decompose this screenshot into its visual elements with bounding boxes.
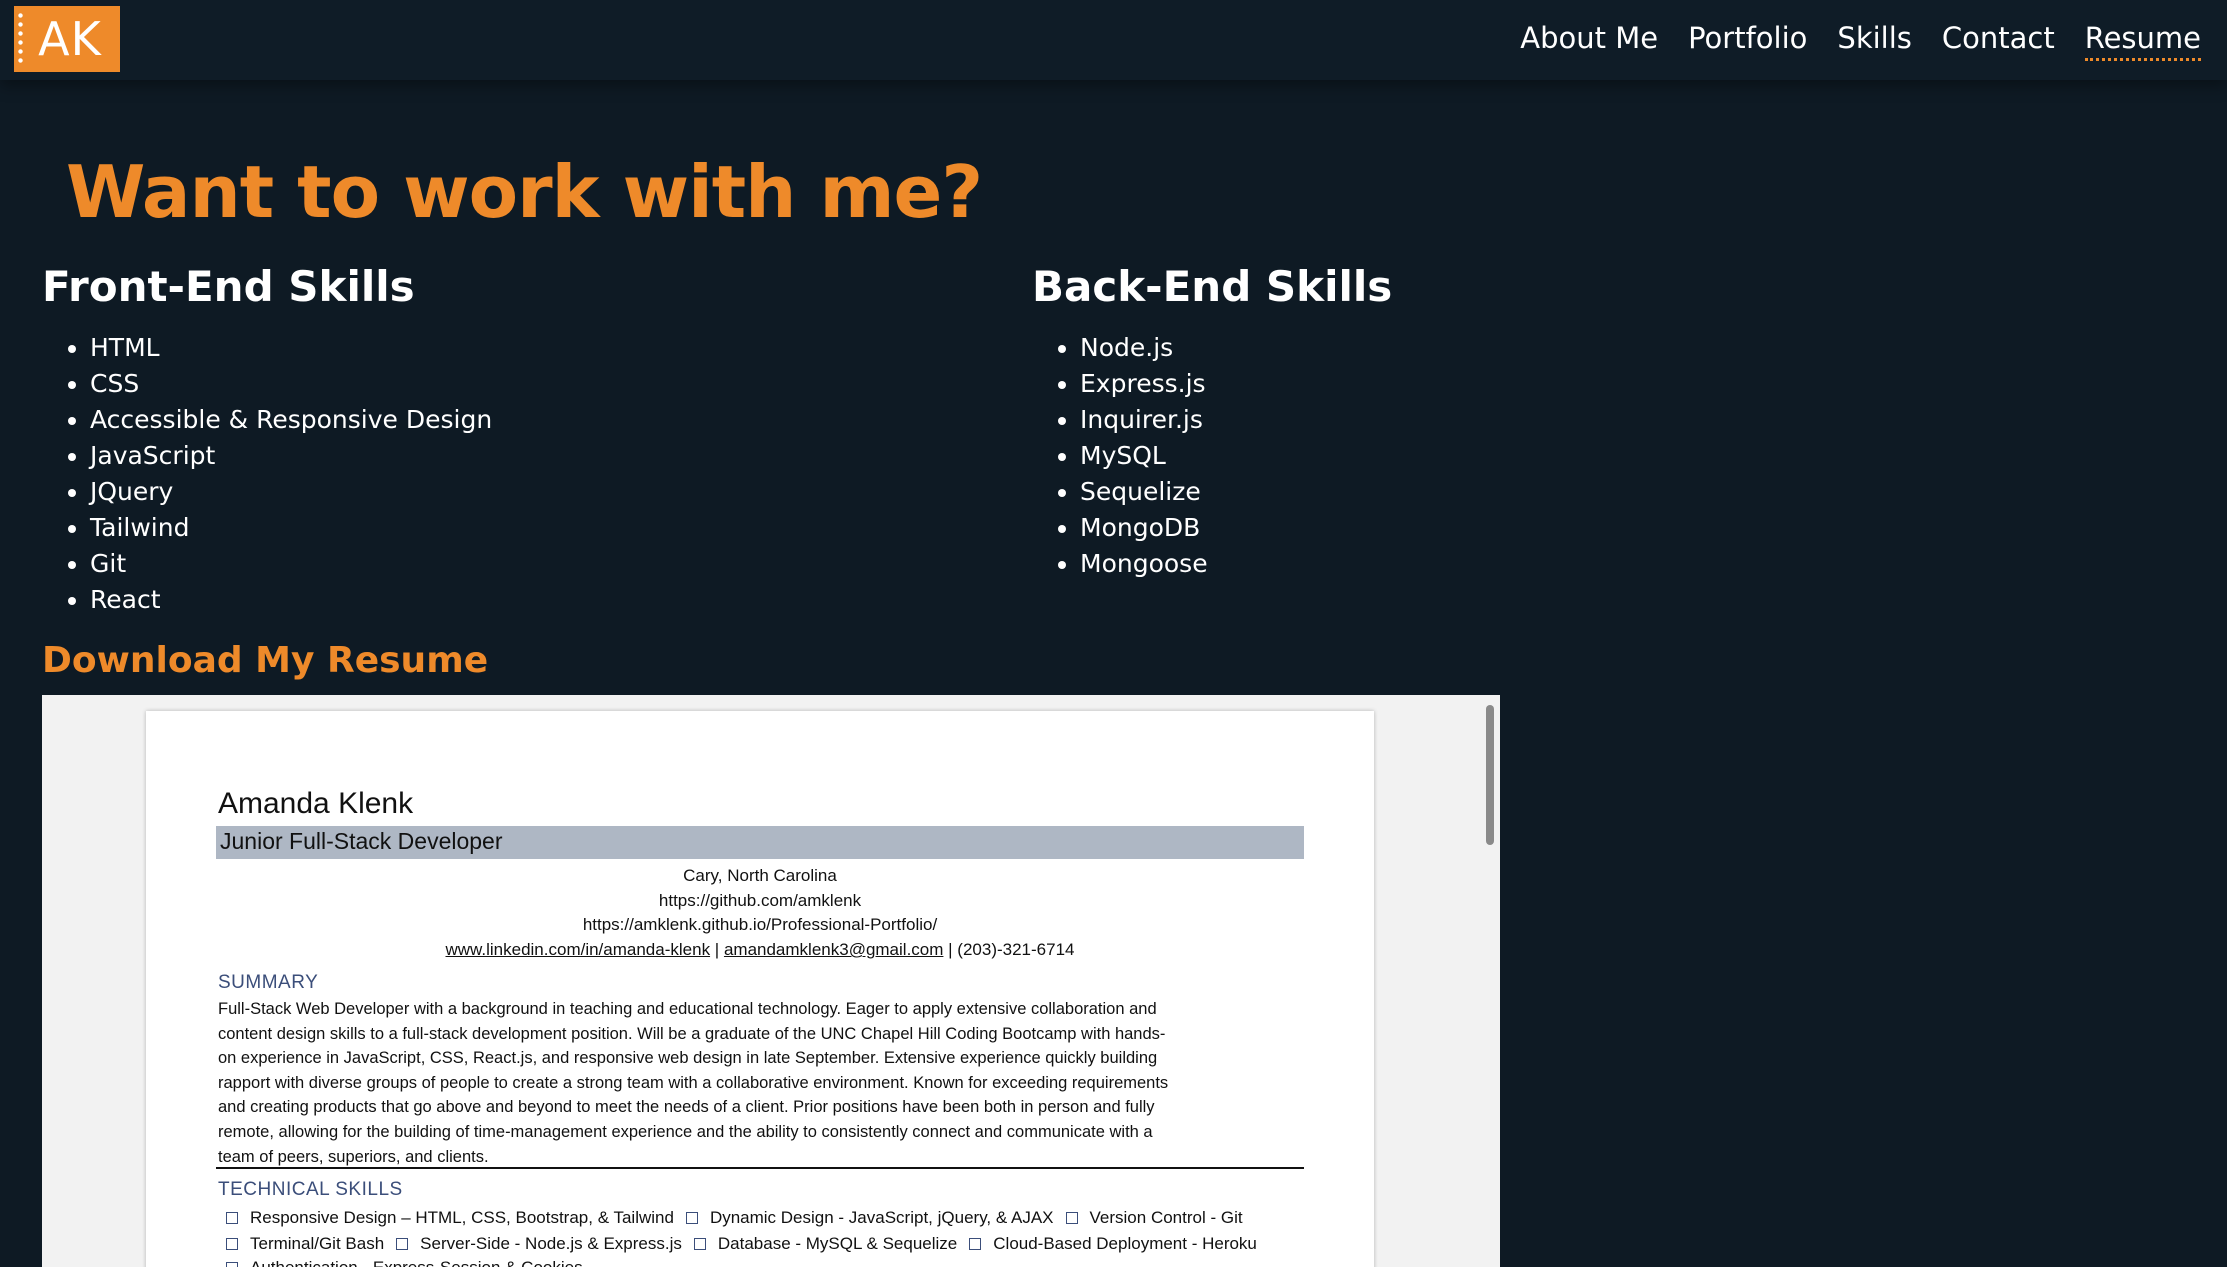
resume-email-link[interactable]: amandamklenk3@gmail.com (724, 940, 943, 959)
resume-title-band: Junior Full-Stack Developer (216, 826, 1304, 859)
backend-skill-item: Node.js (1080, 330, 1208, 366)
technical-skill-label: Cloud-Based Deployment - Heroku (993, 1234, 1257, 1253)
summary-heading: SUMMARY (218, 972, 319, 993)
technical-skill: Database - MySQL & Sequelize (693, 1234, 958, 1254)
technical-skills-row: Responsive Design – HTML, CSS, Bootstrap… (226, 1208, 1243, 1228)
summary-line: rapport with diverse groups of people to… (218, 1073, 1169, 1092)
hero-heading: Want to work with me? (66, 150, 983, 234)
technical-skill-label: Dynamic Design - JavaScript, jQuery, & A… (709, 1208, 1054, 1227)
summary-line: remote, allowing for the building of tim… (218, 1122, 1153, 1141)
top-navbar: AK About Me Portfolio Skills Contact Res… (0, 0, 2227, 80)
frontend-skill-item: Accessible & Responsive Design (90, 402, 492, 438)
resume-github: https://github.com/amklenk (658, 891, 862, 910)
frontend-skill-item: CSS (90, 366, 492, 402)
resume-linkedin-link[interactable]: www.linkedin.com/in/amanda-klenk (446, 940, 711, 959)
resume-page: Amanda Klenk Junior Full-Stack Developer… (146, 711, 1374, 1267)
technical-skills-row: Terminal/Git Bash Server-Side - Node.js … (226, 1234, 1257, 1254)
resume-phone: | (203)-321-6714 (948, 940, 1075, 959)
backend-skill-item: Inquirer.js (1080, 402, 1208, 438)
checkbox-icon (685, 1212, 698, 1224)
resume-name: Amanda Klenk (218, 787, 414, 820)
technical-skill: Cloud-Based Deployment - Heroku (969, 1234, 1257, 1254)
checkbox-icon (226, 1262, 238, 1267)
frontend-skill-item: JQuery (90, 474, 492, 510)
nav-contact[interactable]: Contact (1942, 18, 2055, 61)
summary-line: Full-Stack Web Developer with a backgrou… (218, 1000, 1157, 1018)
resume-job-title: Junior Full-Stack Developer (220, 828, 503, 854)
frontend-skill-item: React (90, 582, 492, 618)
summary-line: content design skills to a full-stack de… (218, 1024, 1166, 1043)
download-resume-link[interactable]: Download My Resume (42, 640, 488, 681)
nav-resume[interactable]: Resume (2084, 18, 2201, 61)
technical-skill: Authentication - Express-Session & Cooki… (226, 1258, 583, 1267)
logo-dots-decoration (18, 11, 23, 67)
summary-line: on experience in JavaScript, CSS, React.… (218, 1049, 1158, 1068)
resume-location: Cary, North Carolina (683, 866, 837, 885)
resume-portfolio: https://amklenk.github.io/Professional-P… (582, 915, 938, 934)
backend-skill-item: Express.js (1080, 366, 1208, 402)
checkbox-icon (226, 1238, 238, 1250)
ak-logo[interactable]: AK (14, 6, 120, 72)
summary-line: team of peers, superiors, and clients. (218, 1147, 489, 1166)
backend-skill-item: MongoDB (1080, 510, 1208, 546)
nav-skills[interactable]: Skills (1837, 18, 1911, 61)
frontend-skill-item: JavaScript (90, 438, 492, 474)
summary-line: and creating products that go above and … (218, 1098, 1155, 1117)
technical-skill: Terminal/Git Bash (226, 1234, 384, 1254)
section-divider (216, 1167, 1304, 1169)
technical-skill-label: Terminal/Git Bash (250, 1234, 385, 1253)
resume-contact-line: www.linkedin.com/in/amanda-klenk | amand… (216, 940, 1304, 960)
resume-pdf-viewer[interactable]: Amanda Klenk Junior Full-Stack Developer… (42, 695, 1500, 1267)
frontend-skill-item: Git (90, 546, 492, 582)
technical-skill-label: Server-Side - Node.js & Express.js (420, 1234, 682, 1253)
checkbox-icon (693, 1238, 706, 1250)
technical-skill: Server-Side - Node.js & Express.js (396, 1234, 682, 1254)
checkbox-icon (1065, 1212, 1078, 1224)
technical-skill-label: Responsive Design – HTML, CSS, Bootstrap… (250, 1208, 674, 1227)
technical-skills-heading: TECHNICAL SKILLS (218, 1179, 403, 1200)
checkbox-icon (969, 1238, 982, 1250)
contact-separator: | (714, 940, 720, 959)
viewer-scrollbar[interactable] (1486, 705, 1494, 845)
frontend-skills-list: HTML CSS Accessible & Responsive Design … (42, 330, 492, 618)
technical-skill-label: Version Control - Git (1089, 1208, 1243, 1227)
backend-skills-list: Node.js Express.js Inquirer.js MySQL Seq… (1032, 330, 1208, 582)
frontend-skill-item: HTML (90, 330, 492, 366)
logo-text: AK (38, 12, 102, 66)
nav-portfolio[interactable]: Portfolio (1688, 18, 1807, 61)
nav-about-me[interactable]: About Me (1520, 18, 1658, 61)
nav-links: About Me Portfolio Skills Contact Resume (1520, 18, 2201, 61)
backend-skill-item: Mongoose (1080, 546, 1208, 582)
technical-skill: Responsive Design – HTML, CSS, Bootstrap… (226, 1208, 674, 1228)
frontend-skill-item: Tailwind (90, 510, 492, 546)
checkbox-icon (226, 1212, 238, 1224)
technical-skill-label: Authentication - Express-Session & Cooki… (250, 1258, 583, 1267)
backend-skills-title: Back-End Skills (1032, 262, 1393, 311)
backend-skill-item: MySQL (1080, 438, 1208, 474)
technical-skills-row: Authentication - Express-Session & Cooki… (226, 1258, 583, 1267)
technical-skill-label: Database - MySQL & Sequelize (717, 1234, 958, 1253)
summary-text: Full-Stack Web Developer with a backgrou… (218, 997, 1308, 1169)
technical-skill: Dynamic Design - JavaScript, jQuery, & A… (685, 1208, 1054, 1228)
technical-skill: Version Control - Git (1065, 1208, 1243, 1228)
frontend-skills-title: Front-End Skills (42, 262, 415, 311)
backend-skill-item: Sequelize (1080, 474, 1208, 510)
checkbox-icon (396, 1238, 409, 1250)
